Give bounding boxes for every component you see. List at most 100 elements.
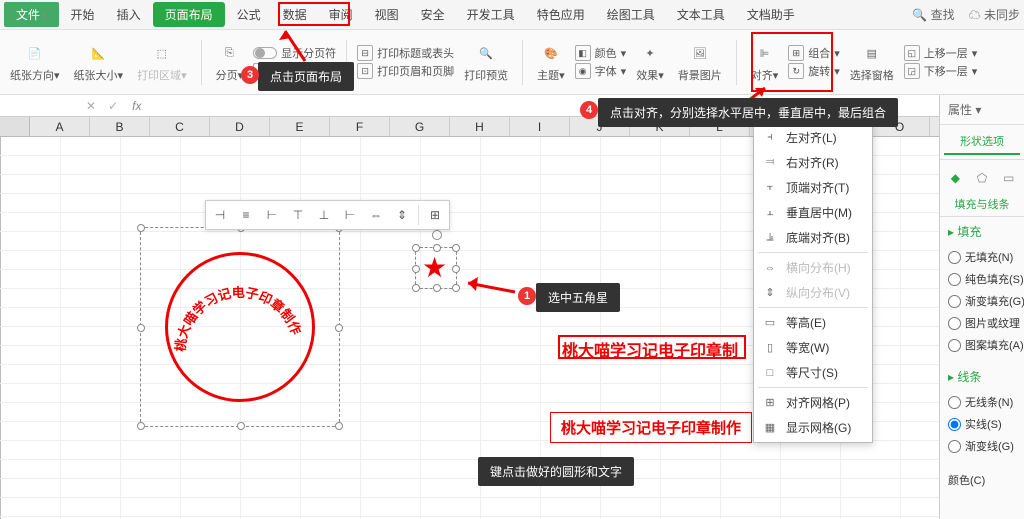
align-top-icon[interactable]: ⊤	[288, 205, 308, 225]
align-item-10[interactable]: ⊞对齐网格(P)	[754, 390, 872, 415]
col-F[interactable]: F	[330, 117, 390, 136]
align-dropdown[interactable]: ⫞左对齐(L)⫤右对齐(R)⫟顶端对齐(T)⫠垂直居中(M)⫡底端对齐(B) ⇔横…	[753, 122, 873, 443]
line-color[interactable]: 颜色(C)	[948, 469, 1016, 491]
fill-opt-0[interactable]: 无填充(N)	[948, 246, 1016, 268]
panel-tab-shape[interactable]: 形状选项	[944, 129, 1020, 155]
size-tab-icon[interactable]: ▭	[1001, 166, 1016, 190]
col-C[interactable]: C	[150, 117, 210, 136]
tab-insert[interactable]: 插入	[107, 2, 151, 27]
col-A[interactable]: A	[30, 117, 90, 136]
fill-opt-2[interactable]: 渐变填充(G)	[948, 290, 1016, 312]
print-preview[interactable]: 🔍打印预览	[460, 41, 512, 83]
bring-forward[interactable]: ◱上移一层▾	[904, 45, 978, 61]
col-H[interactable]: H	[450, 117, 510, 136]
bg-image[interactable]: 🖼背景图片	[674, 41, 726, 83]
watermark-1: 桃大喵学习记电子印章制	[562, 337, 738, 361]
align-item-11[interactable]: ▦显示网格(G)	[754, 415, 872, 440]
dist-v-icon[interactable]: ⇕	[392, 205, 412, 225]
fill-section-header[interactable]: ▸ 填充	[948, 223, 1016, 240]
tab-view[interactable]: 视图	[365, 2, 409, 27]
effects-tab-icon[interactable]: ⬠	[975, 166, 990, 190]
align-left-icon[interactable]: ⊣	[210, 205, 230, 225]
tab-text-tools[interactable]: 文本工具	[667, 2, 735, 27]
select-all-corner[interactable]	[0, 117, 30, 136]
badge-1: 1	[518, 287, 536, 305]
watermark-2: 桃大喵学习记电子印章制作	[550, 412, 752, 443]
theme[interactable]: 🎨主题▾	[533, 41, 569, 83]
selection-pane[interactable]: ▤选择窗格	[846, 41, 898, 83]
menu-bar: 文件▾ 开始 插入 页面布局 公式 数据 审阅 视图 安全 开发工具 特色应用 …	[0, 0, 1024, 30]
send-backward[interactable]: ◲下移一层▾	[904, 63, 978, 79]
file-menu[interactable]: 文件▾	[4, 2, 59, 27]
fill-opt-4[interactable]: 图案填充(A)	[948, 334, 1016, 356]
line-opt-1[interactable]: 实线(S)	[948, 413, 1016, 435]
shape-format-toolbar[interactable]: ⊣ ≡ ⊢ ⊤ ⊥ ⊢ ⇔ ⇕ ⊞	[205, 200, 450, 230]
tab-draw-tools[interactable]: 绘图工具	[597, 2, 665, 27]
align-middle-icon[interactable]: ⊥	[314, 205, 334, 225]
align-bottom-icon[interactable]: ⊢	[340, 205, 360, 225]
align-right-icon[interactable]: ⊢	[262, 205, 282, 225]
tab-data[interactable]: 数据	[273, 2, 317, 27]
align-button[interactable]: ⊫对齐▾	[747, 41, 783, 83]
fx-confirm[interactable]: ✓	[102, 99, 124, 113]
print-area[interactable]: ⬚打印区域▾	[133, 41, 191, 83]
panel-subtab-label: 填充与线条	[940, 196, 1024, 217]
align-item-3[interactable]: ⫠垂直居中(M)	[754, 200, 872, 225]
tab-formula[interactable]: 公式	[227, 2, 271, 27]
col-D[interactable]: D	[210, 117, 270, 136]
star-shape[interactable]: ★	[422, 251, 447, 284]
tab-special[interactable]: 特色应用	[527, 2, 595, 27]
stamp-arc-text: 桃大喵学习记电子印章制作	[165, 252, 315, 402]
tab-security[interactable]: 安全	[411, 2, 455, 27]
tooltip-align: 点击对齐，分别选择水平居中，垂直居中，最后组合	[598, 98, 898, 127]
align-item-5: ⇔横向分布(H)	[754, 255, 872, 280]
align-item-1[interactable]: ⫤右对齐(R)	[754, 150, 872, 175]
tab-page-layout[interactable]: 页面布局	[153, 2, 225, 27]
align-item-9[interactable]: □等尺寸(S)	[754, 360, 872, 385]
tab-review[interactable]: 审阅	[319, 2, 363, 27]
tab-home[interactable]: 开始	[61, 2, 105, 27]
col-E[interactable]: E	[270, 117, 330, 136]
align-center-icon[interactable]: ≡	[236, 205, 256, 225]
badge-3: 3	[241, 66, 259, 84]
tooltip-page-layout: 点击页面布局	[258, 62, 354, 91]
svg-text:桃大喵学习记电子印章制作: 桃大喵学习记电子印章制作	[173, 285, 304, 353]
line-opt-2[interactable]: 渐变线(G)	[948, 435, 1016, 457]
col-B[interactable]: B	[90, 117, 150, 136]
align-item-0[interactable]: ⫞左对齐(L)	[754, 125, 872, 150]
effects[interactable]: ✦效果▾	[632, 41, 668, 83]
group-button[interactable]: ⊞组合▾	[788, 45, 840, 61]
sync-status[interactable]: ☁ 未同步	[969, 6, 1020, 23]
tab-doc-helper[interactable]: 文档助手	[737, 2, 805, 27]
dist-h-icon[interactable]: ⇔	[366, 205, 386, 225]
ribbon: 📄纸张方向▾ 📐纸张大小▾ ⬚打印区域▾ ⎘分页▾ 显示分页符 ⊞打印缩放▾ ⊟…	[0, 30, 1024, 95]
rotate-button[interactable]: ↻旋转▾	[788, 63, 840, 79]
search-button[interactable]: 🔍 查找	[912, 6, 954, 23]
align-item-7[interactable]: ▭等高(E)	[754, 310, 872, 335]
arrow-to-star	[460, 277, 520, 302]
align-item-2[interactable]: ⫟顶端对齐(T)	[754, 175, 872, 200]
align-item-8[interactable]: ▯等宽(W)	[754, 335, 872, 360]
col-I[interactable]: I	[510, 117, 570, 136]
print-titles[interactable]: ⊟打印标题或表头	[357, 45, 454, 61]
align-item-6: ⇕纵向分布(V)	[754, 280, 872, 305]
fill-opt-3[interactable]: 图片或纹理	[948, 312, 1016, 334]
ribbon-color[interactable]: ◧颜色▾	[575, 45, 627, 61]
fill-line-tab-icon[interactable]: ◆	[948, 166, 963, 190]
group-icon[interactable]: ⊞	[425, 205, 445, 225]
col-G[interactable]: G	[390, 117, 450, 136]
badge-4: 4	[580, 101, 598, 119]
show-page-breaks[interactable]: 显示分页符	[253, 45, 336, 61]
line-opt-0[interactable]: 无线条(N)	[948, 391, 1016, 413]
tab-devtools[interactable]: 开发工具	[457, 2, 525, 27]
line-section-header[interactable]: ▸ 线条	[948, 368, 1016, 385]
ribbon-font[interactable]: ◉字体▾	[575, 63, 627, 79]
paper-size[interactable]: 📐纸张大小▾	[70, 41, 128, 83]
fx-cancel[interactable]: ✕	[80, 99, 102, 113]
fill-opt-1[interactable]: 纯色填充(S)	[948, 268, 1016, 290]
properties-panel: 属性 ▾ 形状选项 ◆ ⬠ ▭ 填充与线条 ▸ 填充 无填充(N)纯色填充(S)…	[939, 95, 1024, 519]
header-footer[interactable]: ⊡打印页眉和页脚	[357, 63, 454, 79]
align-item-4[interactable]: ⫡底端对齐(B)	[754, 225, 872, 250]
paper-direction[interactable]: 📄纸张方向▾	[6, 41, 64, 83]
fx-icon[interactable]: fx	[124, 99, 149, 113]
